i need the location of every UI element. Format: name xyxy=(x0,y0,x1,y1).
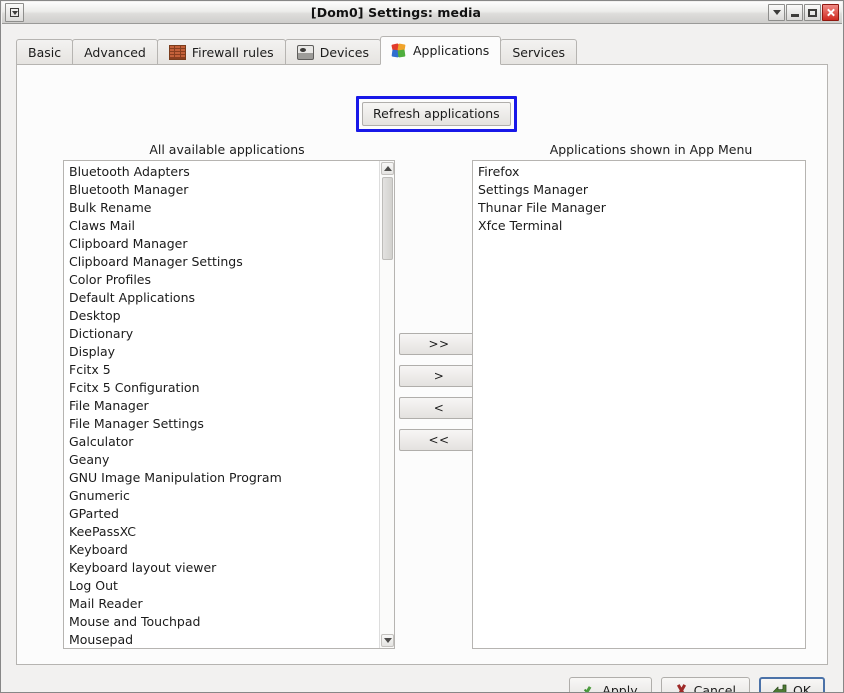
tab-basic[interactable]: Basic xyxy=(16,39,74,65)
title-bar: [Dom0] Settings: media xyxy=(2,2,842,24)
dialog-action-bar: Apply Cancel OK xyxy=(2,669,842,693)
x-icon xyxy=(675,684,688,693)
list-item[interactable]: Claws Mail xyxy=(64,217,378,235)
list-item[interactable]: Bulk Rename xyxy=(64,199,378,217)
cancel-button[interactable]: Cancel xyxy=(660,677,750,693)
list-item[interactable]: KeePassXC xyxy=(64,523,378,541)
tab-firewall-rules-label: Firewall rules xyxy=(191,44,274,60)
minimize-button[interactable] xyxy=(786,4,803,21)
remove-button[interactable]: < xyxy=(399,397,479,419)
tab-services[interactable]: Services xyxy=(500,39,578,65)
list-item[interactable]: Fcitx 5 xyxy=(64,361,378,379)
device-icon xyxy=(296,44,314,60)
maximize-button[interactable] xyxy=(804,4,821,21)
available-applications-list[interactable]: Bluetooth Adapters Bluetooth Manager Bulk … xyxy=(63,160,395,649)
list-item[interactable]: File Manager Settings xyxy=(64,415,378,433)
apps-icon xyxy=(391,42,407,58)
list-item[interactable]: GParted xyxy=(64,505,378,523)
list-item[interactable]: Bluetooth Adapters xyxy=(64,163,378,181)
shade-button[interactable] xyxy=(768,4,785,21)
list-item[interactable]: Xfce Terminal xyxy=(473,217,805,235)
window-body: Basic Advanced Firewall rules Devices Ap… xyxy=(2,24,842,692)
tab-devices-label: Devices xyxy=(319,44,369,60)
list-item[interactable]: Galculator xyxy=(64,433,378,451)
list-item[interactable]: Firefox xyxy=(473,163,805,181)
list-item[interactable]: Settings Manager xyxy=(473,181,805,199)
available-applications-items: Bluetooth Adapters Bluetooth Manager Bulk … xyxy=(64,161,378,648)
list-item[interactable]: Keyboard xyxy=(64,541,378,559)
list-item[interactable]: Geany xyxy=(64,451,378,469)
apply-button[interactable]: Apply xyxy=(569,677,652,693)
tab-strip: Basic Advanced Firewall rules Devices Ap… xyxy=(16,36,828,65)
window-menu-icon xyxy=(10,8,19,17)
list-item[interactable]: Mail Reader xyxy=(64,595,378,613)
tab-devices[interactable]: Devices xyxy=(284,39,381,65)
list-item[interactable]: Fcitx 5 Configuration xyxy=(64,379,378,397)
tab-advanced-label: Advanced xyxy=(84,44,146,60)
selected-applications-items: Firefox Settings Manager Thunar File Manag… xyxy=(473,161,805,648)
ok-button[interactable]: OK xyxy=(758,677,825,693)
tab-advanced[interactable]: Advanced xyxy=(72,39,158,65)
scroll-down-button[interactable] xyxy=(381,634,394,647)
list-item[interactable]: GNU Image Manipulation Program xyxy=(64,469,378,487)
refresh-applications-button[interactable]: Refresh applications xyxy=(362,102,511,126)
minimize-icon xyxy=(790,13,799,17)
list-item[interactable]: Log Out xyxy=(64,577,378,595)
list-item[interactable]: Keyboard layout viewer xyxy=(64,559,378,577)
applications-panel: Refresh applications All available appli… xyxy=(16,64,828,665)
close-icon xyxy=(826,8,835,17)
tab-firewall-rules[interactable]: Firewall rules xyxy=(156,39,286,65)
tab-applications[interactable]: Applications xyxy=(379,36,502,65)
close-button[interactable] xyxy=(822,4,839,21)
list-item[interactable]: Gnumeric xyxy=(64,487,378,505)
chevron-up-icon xyxy=(383,166,392,171)
transfer-button-group: >> > < << xyxy=(399,333,479,451)
list-item[interactable]: Display xyxy=(64,343,378,361)
list-item[interactable]: Clipboard Manager xyxy=(64,235,378,253)
settings-window: [Dom0] Settings: media Basic Advanced Fi… xyxy=(0,0,844,693)
tab-services-label: Services xyxy=(512,44,566,60)
list-item[interactable]: Color Profiles xyxy=(64,271,378,289)
chevron-down-icon xyxy=(383,638,392,643)
tab-applications-label: Applications xyxy=(412,43,490,58)
check-icon xyxy=(583,684,596,693)
list-item[interactable]: File Manager xyxy=(64,397,378,415)
ok-button-label: OK xyxy=(792,682,811,693)
add-button[interactable]: > xyxy=(399,365,479,387)
list-item[interactable]: Mousepad xyxy=(64,631,378,648)
selected-applications-list[interactable]: Firefox Settings Manager Thunar File Manag… xyxy=(472,160,806,649)
list-item[interactable]: Dictionary xyxy=(64,325,378,343)
list-item[interactable]: Clipboard Manager Settings xyxy=(64,253,378,271)
selected-applications-heading: Applications shown in App Menu xyxy=(549,142,753,157)
add-all-button[interactable]: >> xyxy=(399,333,479,355)
scrollbar-thumb[interactable] xyxy=(382,177,393,260)
list-item[interactable]: Thunar File Manager xyxy=(473,199,805,217)
window-menu-button[interactable] xyxy=(5,3,24,22)
list-item[interactable]: Mouse and Touchpad xyxy=(64,613,378,631)
window-controls xyxy=(768,4,839,21)
apply-button-label: Apply xyxy=(602,682,638,693)
scroll-up-button[interactable] xyxy=(381,162,394,175)
available-list-scrollbar[interactable] xyxy=(379,161,394,648)
list-item[interactable]: Bluetooth Manager xyxy=(64,181,378,199)
remove-all-button[interactable]: << xyxy=(399,429,479,451)
shade-icon xyxy=(772,10,781,15)
tab-basic-label: Basic xyxy=(28,44,62,60)
available-applications-heading: All available applications xyxy=(149,142,305,157)
arrow-icon xyxy=(773,684,787,692)
list-item[interactable]: Default Applications xyxy=(64,289,378,307)
window-title: [Dom0] Settings: media xyxy=(310,5,482,20)
firewall-icon xyxy=(168,44,186,60)
cancel-button-label: Cancel xyxy=(693,682,736,693)
maximize-icon xyxy=(808,8,817,17)
refresh-applications-highlight: Refresh applications xyxy=(356,96,517,132)
list-item[interactable]: Desktop xyxy=(64,307,378,325)
